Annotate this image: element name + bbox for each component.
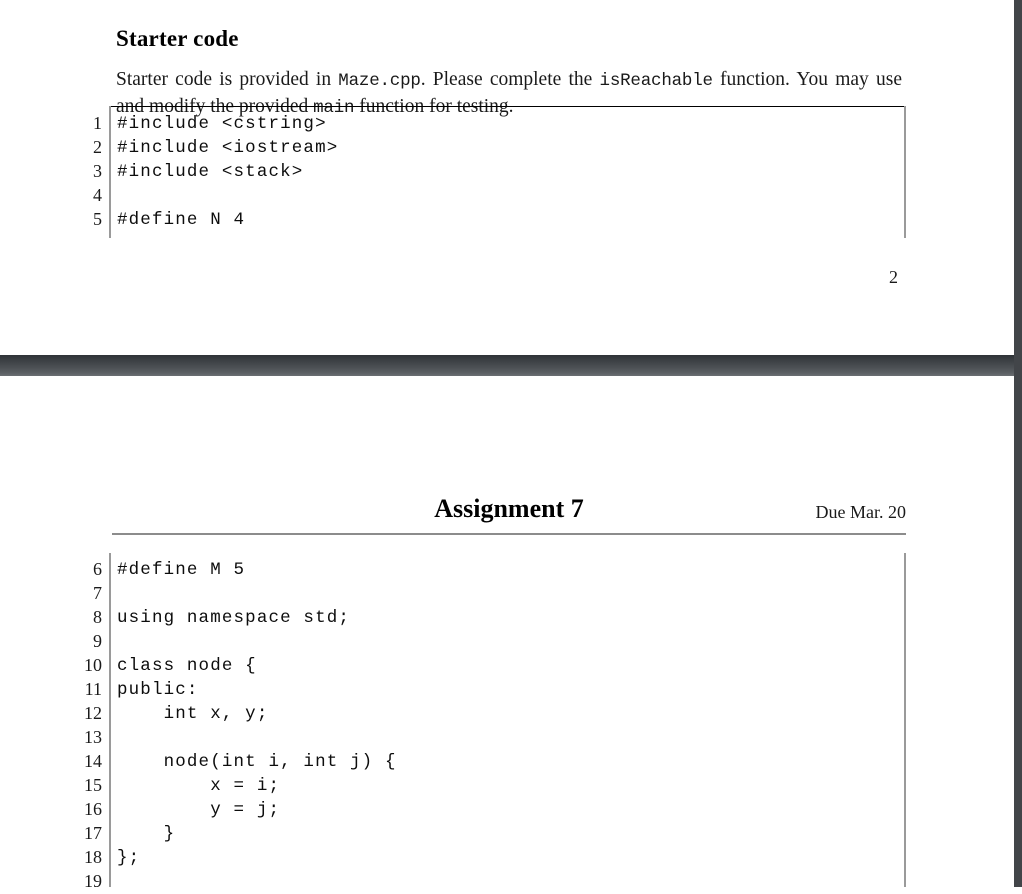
listing-top-rule [109,106,906,107]
code-line-number: 10 [84,655,102,675]
code-line-number: 18 [84,847,102,867]
code-line-number: 8 [93,607,102,627]
code-line-text: public: [117,680,199,700]
code-line-number: 3 [93,161,102,181]
page-separator-band [0,355,1014,376]
document-page-2: Assignment 7 Due Mar. 20 6 #define M 5 7 8u… [0,376,1014,891]
code-line-number: 19 [84,871,102,891]
mono-maze-cpp: Maze.cpp [338,70,421,91]
assignment-title: Assignment 7 [434,494,584,523]
due-date-label: Due Mar. 20 [815,502,906,522]
section-heading-starter-code: Starter code [116,26,239,52]
code-line-text: x = i; [117,776,281,796]
code-line-number: 16 [84,799,102,819]
code-line-number: 14 [84,751,102,771]
code-line-number: 5 [93,209,102,229]
code-line-text: #define M 5 [117,560,246,580]
code-line-number: 4 [93,185,102,205]
code-listing-page-1: 1 #include <cstring> 2 #include <iostream> 3… [80,106,910,238]
document-page-1: Starter code Starter code is provided in… [0,0,1014,355]
code-line-text: } [117,824,176,844]
code-line-number: 12 [84,703,102,723]
page-number-folio: 2 [889,267,898,287]
viewer-scrollbar-gutter[interactable] [1014,0,1022,887]
code-line-number: 13 [84,727,102,747]
paragraph-text-2: . Please complete the [420,68,600,90]
code-line-text: node(int i, int j) { [117,752,397,772]
code-line-number: 1 [93,113,102,133]
code-line-text: #include <stack> [117,162,304,182]
code-line-text: using namespace std; [117,608,351,628]
listing-left-rule [109,553,111,887]
code-line-number: 2 [93,137,102,157]
code-line-number: 11 [84,679,102,699]
listing-left-rule [109,106,111,238]
code-line-number: 6 [93,559,102,579]
code-line-number: 9 [93,631,102,651]
header-rule [112,533,906,535]
code-listing-page-2: 6 #define M 5 7 8 using namespace std; 9 10 cla… [80,553,910,891]
listing-right-rule [904,106,906,238]
code-line-number: 7 [93,583,102,603]
code-line-text: int x, y; [117,704,269,724]
pdf-viewer[interactable]: Starter code Starter code is provided in… [0,0,1022,891]
code-line-text: class node { [117,656,257,676]
mono-isreachable: isReachable [599,70,714,91]
code-line-text: #include <cstring> [117,114,327,134]
paragraph-text-1: Starter code is provided in [116,68,339,90]
code-line-text: y = j; [117,800,281,820]
code-line-text: }; [117,848,141,868]
code-line-number: 17 [84,823,102,843]
listing-right-rule [904,553,906,887]
code-line-text: #include <iostream> [117,138,339,158]
code-line-number: 15 [84,775,102,795]
code-line-text: #define N 4 [117,210,246,230]
